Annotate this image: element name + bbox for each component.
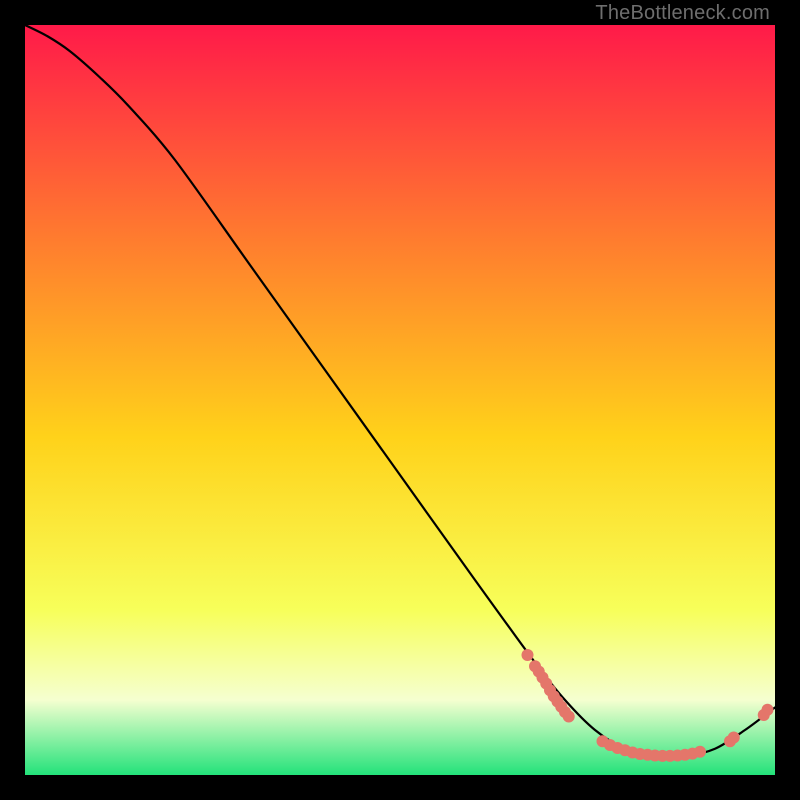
data-points (522, 649, 774, 762)
watermark-text: TheBottleneck.com (595, 2, 770, 25)
plot-area (25, 25, 775, 775)
data-point (728, 732, 740, 744)
bottleneck-curve (25, 25, 775, 757)
data-point (522, 649, 534, 661)
data-point (762, 704, 774, 716)
data-point (563, 711, 575, 723)
data-point (694, 746, 706, 758)
curve-layer (25, 25, 775, 775)
